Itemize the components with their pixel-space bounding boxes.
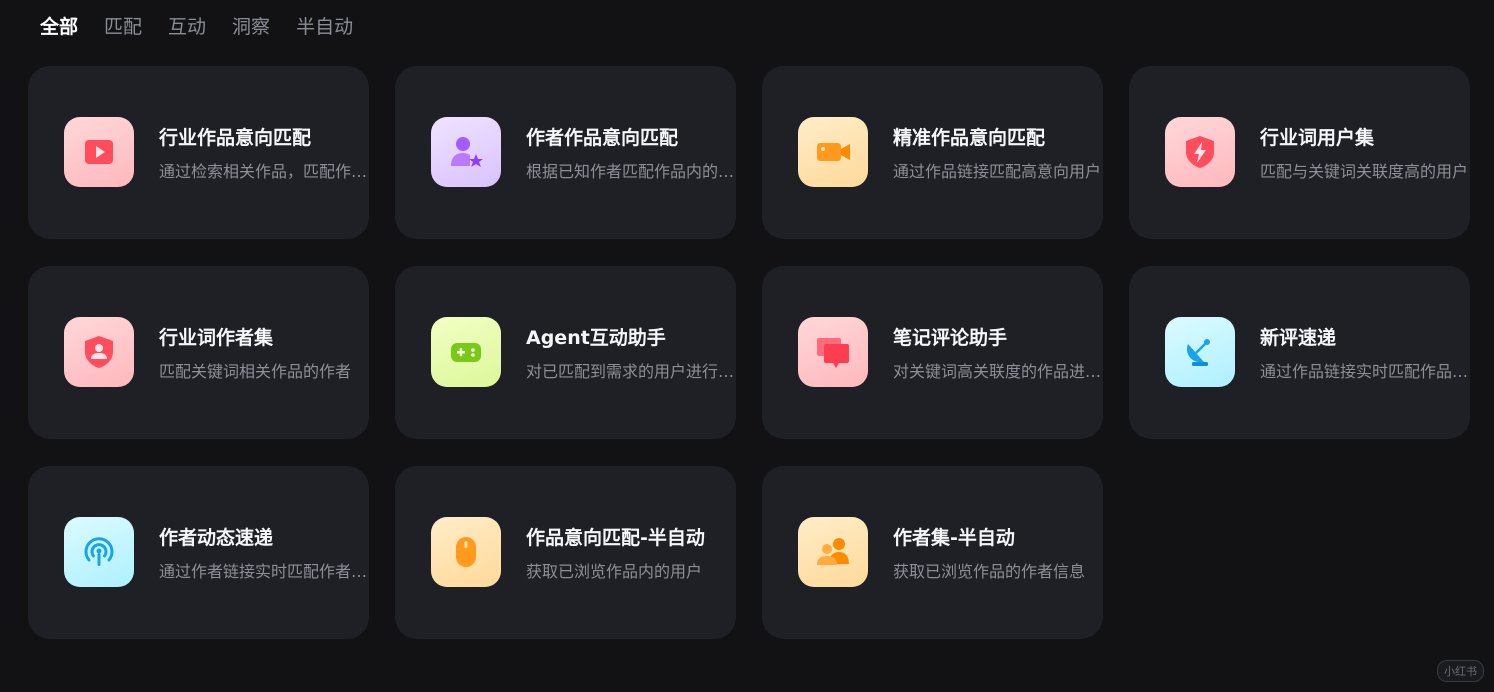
card-description: 根据已知作者匹配作品内的用户 xyxy=(526,162,736,181)
card-description: 获取已浏览作品内的用户 xyxy=(526,562,703,581)
card-description: 通过作者链接实时匹配作者动态 xyxy=(159,562,369,581)
tab-insight[interactable]: 洞察 xyxy=(232,12,270,42)
tab-semi-auto[interactable]: 半自动 xyxy=(296,12,353,42)
card-author-set-semi-auto[interactable]: 作者集-半自动 获取已浏览作品的作者信息 xyxy=(762,466,1103,639)
mouse-icon xyxy=(431,517,501,587)
gamepad-icon xyxy=(431,317,501,387)
card-description: 匹配与关键词关联度高的用户 xyxy=(1260,162,1469,181)
card-description: 通过作品链接实时匹配作品新评论 xyxy=(1260,362,1470,381)
card-industry-keyword-users[interactable]: 行业词用户集 匹配与关键词关联度高的用户 xyxy=(1129,66,1470,239)
card-author-works-match[interactable]: 作者作品意向匹配 根据已知作者匹配作品内的用户 xyxy=(395,66,736,239)
users-icon xyxy=(798,517,868,587)
broadcast-icon xyxy=(64,517,134,587)
card-description: 获取已浏览作品的作者信息 xyxy=(893,562,1086,581)
tab-all[interactable]: 全部 xyxy=(40,12,78,42)
card-industry-keyword-authors[interactable]: 行业词作者集 匹配关键词相关作品的作者 xyxy=(28,266,369,439)
card-description: 匹配关键词相关作品的作者 xyxy=(159,362,352,381)
card-title: 作者动态速递 xyxy=(159,527,274,549)
video-camera-icon xyxy=(798,117,868,187)
card-description: 通过作品链接匹配高意向用户 xyxy=(893,162,1102,181)
card-agent-interaction[interactable]: Agent互动助手 对已匹配到需求的用户进行互动 xyxy=(395,266,736,439)
card-industry-works-match[interactable]: 行业作品意向匹配 通过检索相关作品，匹配作品内的用户 xyxy=(28,66,369,239)
card-title: 新评速递 xyxy=(1260,327,1337,349)
shield-bolt-icon xyxy=(1165,117,1235,187)
tool-card-grid: 行业作品意向匹配 通过检索相关作品，匹配作品内的用户 作者作品意向匹配 根据已知… xyxy=(28,66,1470,639)
card-description: 对关键词高关联度的作品进行评论 xyxy=(893,362,1103,381)
card-title: 作者集-半自动 xyxy=(893,527,1015,549)
video-play-icon xyxy=(64,117,134,187)
card-title: 作者作品意向匹配 xyxy=(526,127,679,149)
satellite-dish-icon xyxy=(1165,317,1235,387)
card-title: Agent互动助手 xyxy=(526,327,666,349)
card-new-comment-express[interactable]: 新评速递 通过作品链接实时匹配作品新评论 xyxy=(1129,266,1470,439)
shield-user-icon xyxy=(64,317,134,387)
card-note-comment-assistant[interactable]: 笔记评论助手 对关键词高关联度的作品进行评论 xyxy=(762,266,1103,439)
category-tabs: 全部 匹配 互动 洞察 半自动 xyxy=(40,12,353,42)
card-title: 精准作品意向匹配 xyxy=(893,127,1046,149)
tab-interact[interactable]: 互动 xyxy=(168,12,206,42)
card-precise-works-match[interactable]: 精准作品意向匹配 通过作品链接匹配高意向用户 xyxy=(762,66,1103,239)
card-title: 作品意向匹配-半自动 xyxy=(526,527,705,549)
card-author-activity-express[interactable]: 作者动态速递 通过作者链接实时匹配作者动态 xyxy=(28,466,369,639)
user-star-icon xyxy=(431,117,501,187)
comments-icon xyxy=(798,317,868,387)
card-title: 笔记评论助手 xyxy=(893,327,1008,349)
card-description: 通过检索相关作品，匹配作品内的用户 xyxy=(159,162,369,181)
card-title: 行业作品意向匹配 xyxy=(159,127,312,149)
card-description: 对已匹配到需求的用户进行互动 xyxy=(526,362,736,381)
watermark: 小红书 xyxy=(1437,660,1484,682)
card-works-match-semi-auto[interactable]: 作品意向匹配-半自动 获取已浏览作品内的用户 xyxy=(395,466,736,639)
tab-match[interactable]: 匹配 xyxy=(104,12,142,42)
card-title: 行业词作者集 xyxy=(159,327,274,349)
card-title: 行业词用户集 xyxy=(1260,127,1375,149)
